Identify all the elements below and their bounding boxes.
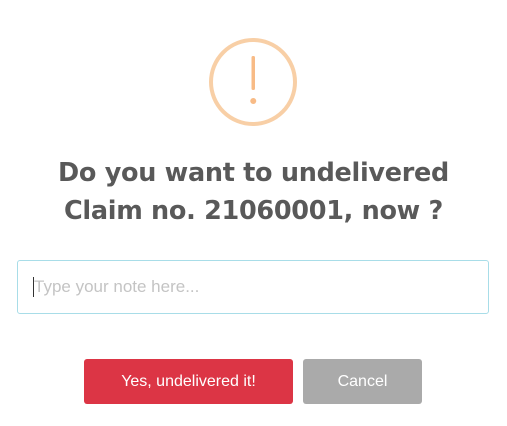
warning-icon bbox=[209, 38, 297, 126]
dialog-title-line-2: Claim no. 21060001, now ? bbox=[64, 196, 443, 226]
note-input[interactable] bbox=[17, 260, 489, 314]
confirm-dialog: Do you want to undelivered Claim no. 210… bbox=[0, 0, 507, 426]
text-cursor bbox=[33, 277, 34, 297]
dialog-title-line-1: Do you want to undelivered bbox=[58, 158, 449, 188]
exclamation-icon bbox=[250, 56, 257, 104]
cancel-button[interactable]: Cancel bbox=[303, 359, 422, 404]
dialog-title: Do you want to undelivered Claim no. 210… bbox=[20, 154, 487, 230]
confirm-undelivered-button[interactable]: Yes, undelivered it! bbox=[84, 359, 293, 404]
